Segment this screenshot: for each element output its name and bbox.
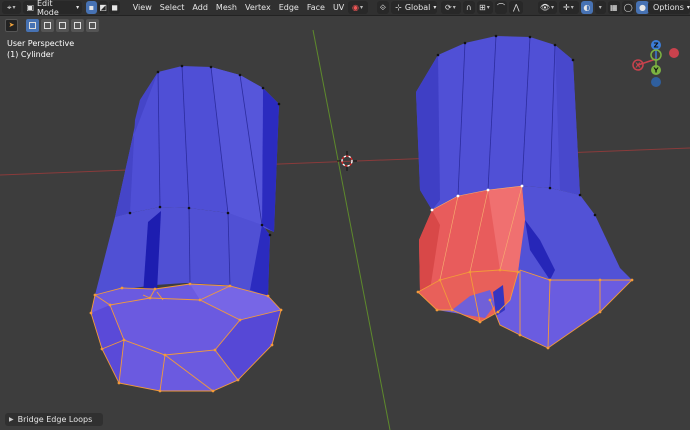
right-cylinder-mesh[interactable]	[416, 34, 634, 350]
gizmo-x-axis-negative[interactable]	[669, 48, 679, 58]
select-new-icon	[29, 21, 36, 29]
select-mode-subtract-button[interactable]	[56, 18, 69, 32]
gizmo-y-label: Y	[652, 67, 659, 75]
left-cylinder-mesh[interactable]	[89, 64, 283, 393]
gizmo-x-label: X	[635, 62, 641, 70]
y-axis-line	[312, 29, 391, 430]
last-operator-panel[interactable]: ▶ Bridge Edge Loops	[5, 413, 103, 426]
select-mode-new-button[interactable]	[26, 18, 39, 32]
select-subtract-icon	[59, 21, 66, 29]
active-object-label: (1) Cylinder	[7, 50, 54, 59]
select-intersect-icon	[89, 21, 96, 29]
3d-viewport[interactable]	[0, 0, 690, 430]
navigation-gizmo[interactable]: Z X Y	[628, 38, 684, 92]
x-axis-line	[0, 147, 690, 176]
select-mode-invert-button[interactable]	[71, 18, 84, 32]
select-mode-intersect-button[interactable]	[86, 18, 99, 32]
select-invert-icon	[74, 21, 81, 29]
last-operator-label: Bridge Edge Loops	[17, 415, 93, 424]
select-extend-icon	[44, 21, 51, 29]
gizmo-y-axis[interactable]: Y	[651, 65, 661, 75]
gizmo-z-label: Z	[653, 42, 658, 50]
select-cursor-icon: ➤	[8, 21, 15, 29]
gizmo-x-axis[interactable]: X	[632, 59, 644, 71]
gizmo-z-axis[interactable]: Z	[651, 40, 661, 50]
select-box-tool-button[interactable]: ➤	[5, 18, 18, 32]
gizmo-z-axis-negative[interactable]	[651, 77, 661, 87]
tool-settings-row: ➤	[5, 18, 99, 32]
select-mode-extend-button[interactable]	[41, 18, 54, 32]
expand-arrow-icon: ▶	[9, 416, 14, 423]
perspective-label: User Perspective	[7, 39, 75, 48]
